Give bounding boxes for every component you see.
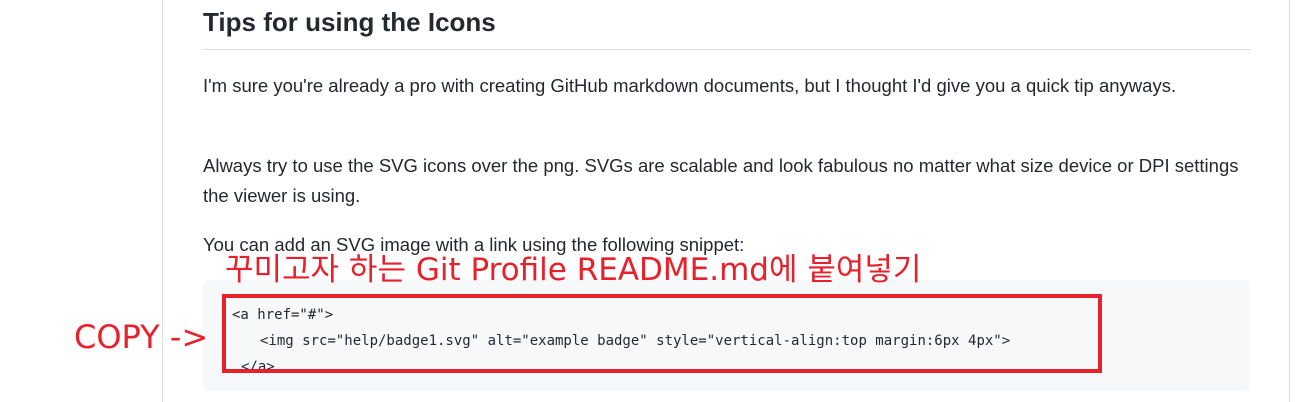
- paragraph-pro-tip: I'm sure you're already a pro with creat…: [203, 75, 1177, 96]
- annotation-copy-arrow: COPY ->: [74, 318, 209, 356]
- annotation-highlight-box: [222, 294, 1102, 373]
- annotation-paste-instruction: 꾸미고자 하는 Git Profile README.md에 붙여넣기: [225, 252, 922, 288]
- content-right-border: [1289, 0, 1290, 402]
- section-heading: Tips for using the Icons: [203, 6, 1251, 50]
- paragraph-svg-advice: Always try to use the SVG icons over the…: [203, 155, 1239, 206]
